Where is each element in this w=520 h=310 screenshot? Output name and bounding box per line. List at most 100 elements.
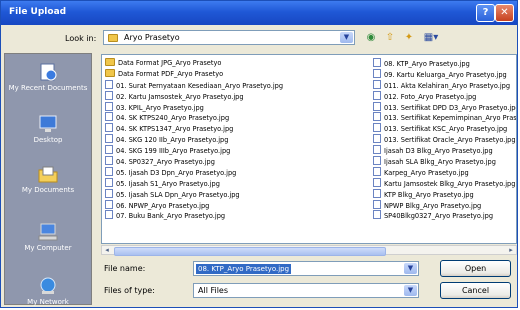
- list-item[interactable]: Kartu Jamsostek Blkg_Aryo Prasetyo.jpg: [373, 177, 516, 189]
- place-my-documents[interactable]: My Documents: [5, 164, 91, 194]
- list-item[interactable]: 09. Kartu Keluarga_Aryo Prasetyo.jpg: [373, 68, 516, 80]
- list-item[interactable]: 06. NPWP_Aryo Prasetyo.jpg: [105, 199, 371, 211]
- list-item[interactable]: 04. SK KTPS1347_Aryo Prasetyo.jpg: [105, 123, 371, 134]
- list-item[interactable]: 04. SKG 120 IIb_Aryo Prasetyo.jpg: [105, 134, 371, 145]
- list-item[interactable]: 013. Sertifikat DPD D3_Aryo Prasetyo.jpg: [373, 101, 516, 113]
- scrollbar-thumb[interactable]: [114, 247, 386, 256]
- title-bar[interactable]: File Upload ? ✕: [1, 1, 517, 25]
- list-item[interactable]: Karpeg_Aryo Prasetyo.jpg: [373, 166, 516, 178]
- file-column-1: Data Format JPG_Aryo Prasetyo Data Forma…: [105, 58, 371, 221]
- list-item[interactable]: 07. Buku Bank_Aryo Prasetyo.jpg: [105, 210, 371, 221]
- place-desktop[interactable]: Desktop: [5, 114, 91, 144]
- chevron-down-icon[interactable]: ▼: [340, 32, 353, 43]
- list-item[interactable]: 013. Sertifikat KSC_Aryo Prasetyo.jpg: [373, 123, 516, 134]
- image-file-icon: [105, 166, 113, 176]
- look-in-label: Look in:: [65, 34, 97, 43]
- list-item[interactable]: 04. SK KTPS240_Aryo Prasetyo.jpg: [105, 112, 371, 123]
- list-item[interactable]: Data Format PDF_Aryo Prasetyo: [105, 68, 371, 80]
- chevron-down-icon[interactable]: ▼: [404, 285, 417, 296]
- list-item[interactable]: Ijasah SLA Blkg_Aryo Prasetyo.jpg: [373, 156, 516, 167]
- list-item[interactable]: 04. SKG 199 IIIb_Aryo Prasetyo.jpg: [105, 145, 371, 156]
- list-item[interactable]: Data Format JPG_Aryo Prasetyo: [105, 58, 371, 69]
- image-file-icon: [373, 58, 381, 67]
- image-file-icon: [105, 90, 113, 100]
- image-file-icon: [105, 199, 113, 209]
- place-label: My Computer: [24, 244, 72, 252]
- list-item[interactable]: 03. KPIL_Aryo Prasetyo.jpg: [105, 101, 371, 113]
- close-button[interactable]: ✕: [495, 4, 514, 22]
- image-file-icon: [373, 188, 381, 198]
- list-item[interactable]: 05. Ijasah D3 Dpn_Aryo Prasetyo.jpg: [105, 166, 371, 178]
- list-item[interactable]: 013. Sertifikat Oracle_Aryo Prasetyo.jpg: [373, 134, 516, 145]
- image-file-icon: [373, 79, 381, 89]
- list-item[interactable]: 05. Ijasah S1_Aryo Prasetyo.jpg: [105, 177, 371, 189]
- place-recent-documents[interactable]: My Recent Documents: [5, 62, 91, 92]
- back-icon[interactable]: ◉: [363, 30, 379, 45]
- list-item[interactable]: Ijasah D3 Blkg_Aryo Prasetyo.jpg: [373, 145, 516, 156]
- list-item[interactable]: 02. Kartu Jamsostek_Aryo Prasetyo.jpg: [105, 90, 371, 102]
- place-my-network[interactable]: My Network: [5, 276, 91, 306]
- image-file-icon: [373, 123, 381, 133]
- list-item[interactable]: 08. KTP_Aryo Prasetyo.jpg: [373, 58, 516, 69]
- window-title: File Upload: [9, 7, 67, 17]
- views-icon[interactable]: ▦▾: [420, 30, 442, 45]
- image-file-icon: [105, 79, 113, 89]
- place-my-computer[interactable]: My Computer: [5, 222, 91, 252]
- folder-icon: [105, 58, 115, 66]
- list-item[interactable]: 05. Ijasah SLA Dpn_Aryo Prasetyo.jpg: [105, 188, 371, 200]
- image-file-icon: [105, 145, 113, 155]
- file-name-label: File name:: [104, 264, 146, 273]
- list-item[interactable]: NPWP Blkg_Aryo Prasetyo.jpg: [373, 199, 516, 211]
- image-file-icon: [373, 112, 381, 122]
- list-item[interactable]: 012. Foto_Aryo Prasetyo.jpg: [373, 90, 516, 102]
- image-file-icon: [373, 156, 381, 166]
- desktop-icon: [39, 115, 57, 132]
- place-label: My Recent Documents: [8, 84, 88, 92]
- image-file-icon: [373, 68, 381, 78]
- chevron-down-icon[interactable]: ▼: [404, 263, 417, 274]
- image-file-icon: [373, 210, 381, 220]
- look-in-value: Aryo Prasetyo: [124, 33, 180, 42]
- files-of-type-value: All Files: [198, 286, 229, 295]
- files-of-type-dropdown[interactable]: All Files ▼: [193, 283, 419, 298]
- cancel-button[interactable]: Cancel: [440, 282, 511, 299]
- image-file-icon: [373, 177, 381, 187]
- file-name-field[interactable]: 08. KTP_Aryo Prasetyo.jpg ▼: [193, 261, 419, 276]
- image-file-icon: [105, 134, 113, 144]
- image-file-icon: [105, 156, 113, 166]
- list-item[interactable]: 011. Akta Kelahiran_Aryo Prasetyo.jpg: [373, 79, 516, 91]
- list-item[interactable]: SP40Blkg0327_Aryo Prasetyo.jpg: [373, 210, 516, 221]
- image-file-icon: [105, 101, 113, 111]
- image-file-icon: [105, 123, 113, 133]
- my-computer-icon: [38, 223, 58, 241]
- places-bar: My Recent Documents Desktop My Documents…: [4, 53, 92, 306]
- list-item[interactable]: KTP Blkg_Aryo Prasetyo.jpg: [373, 188, 516, 200]
- recent-documents-icon: [40, 63, 57, 81]
- image-file-icon: [373, 145, 381, 155]
- up-folder-icon[interactable]: ⇧: [382, 30, 398, 45]
- image-file-icon: [373, 90, 381, 100]
- list-item[interactable]: 013. Sertifikat Kepemimpinan_Aryo Praset…: [373, 112, 516, 123]
- image-file-icon: [105, 210, 113, 220]
- help-button[interactable]: ?: [476, 4, 495, 22]
- my-documents-icon: [38, 166, 58, 183]
- file-list[interactable]: Data Format JPG_Aryo Prasetyo Data Forma…: [101, 54, 517, 244]
- open-button[interactable]: Open: [440, 260, 511, 277]
- list-item[interactable]: 04. SP0327_Aryo Prasetyo.jpg: [105, 156, 371, 167]
- image-file-icon: [373, 199, 381, 209]
- look-in-dropdown[interactable]: Aryo Prasetyo ▼: [103, 30, 355, 45]
- my-network-icon: [40, 277, 56, 294]
- horizontal-scrollbar[interactable]: ◂ ▸: [101, 245, 517, 256]
- scroll-left-icon[interactable]: ◂: [102, 246, 112, 254]
- folder-icon: [108, 34, 118, 42]
- list-item[interactable]: 01. Surat Pernyataan Kesediaan_Aryo Pras…: [105, 79, 371, 91]
- new-folder-icon[interactable]: ✦: [401, 30, 417, 45]
- image-file-icon: [373, 101, 381, 111]
- scroll-right-icon[interactable]: ▸: [506, 246, 516, 254]
- image-file-icon: [373, 134, 381, 144]
- folder-icon: [105, 68, 115, 77]
- image-file-icon: [105, 112, 113, 122]
- files-of-type-label: Files of type:: [104, 286, 155, 295]
- file-name-value: 08. KTP_Aryo Prasetyo.jpg: [196, 264, 292, 274]
- file-upload-dialog: File Upload ? ✕ Look in: Aryo Prasetyo ▼…: [0, 0, 518, 308]
